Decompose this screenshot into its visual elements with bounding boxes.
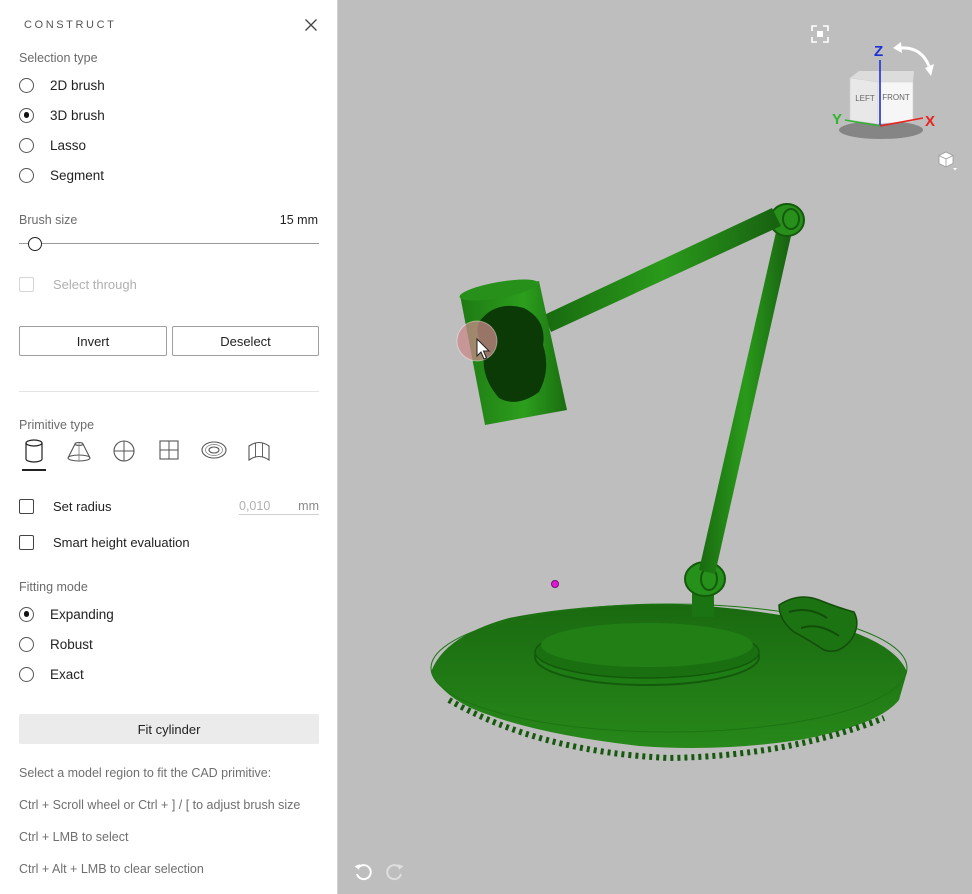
radio-robust[interactable]: Robust — [19, 634, 93, 654]
radius-input[interactable]: 0,010 mm — [239, 497, 319, 515]
smart-height-checkbox[interactable]: Smart height evaluation — [19, 532, 190, 552]
brush-size-label: Brush size — [19, 213, 78, 227]
radio-segment[interactable]: Segment — [19, 165, 104, 185]
checkbox — [19, 534, 34, 550]
brush-size-slider[interactable] — [19, 234, 319, 254]
redo-icon — [386, 864, 404, 881]
3d-viewport[interactable]: LEFT FRONT Z X Y — [339, 0, 972, 894]
primitive-sphere[interactable] — [109, 438, 139, 472]
radio-button — [19, 137, 34, 153]
help-text: Ctrl + Alt + LMB to clear selection — [19, 862, 204, 876]
radio-button-selected — [19, 107, 34, 123]
radio-button — [19, 636, 34, 652]
construct-panel: CONSTRUCT Selection type 2D brush 3D bru… — [0, 0, 338, 894]
radio-lasso[interactable]: Lasso — [19, 135, 86, 155]
primitive-torus[interactable] — [199, 438, 229, 472]
axis-z-label: Z — [874, 43, 883, 60]
radio-button — [19, 77, 34, 93]
fit-view-icon — [811, 25, 829, 43]
help-text: Ctrl + LMB to select — [19, 830, 129, 844]
radio-label: 3D brush — [50, 107, 105, 123]
checkbox — [19, 276, 34, 292]
primitive-type-label: Primitive type — [19, 418, 95, 432]
primitive-plane[interactable] — [154, 438, 184, 472]
close-button[interactable] — [302, 16, 320, 34]
primitive-surface[interactable] — [244, 438, 274, 472]
checkbox-label: Smart height evaluation — [53, 534, 190, 550]
checkbox — [19, 498, 34, 514]
view-cube-graphic: LEFT FRONT Z X Y — [832, 42, 935, 139]
set-radius-checkbox[interactable]: Set radius — [19, 496, 112, 516]
radius-value: 0,010 — [239, 498, 271, 513]
fitting-mode-label: Fitting mode — [19, 580, 88, 594]
undo-icon — [354, 864, 372, 881]
redo-button[interactable] — [383, 861, 405, 886]
select-through-checkbox[interactable]: Select through — [19, 274, 137, 294]
primitive-cylinder[interactable] — [19, 438, 49, 472]
radio-label: Robust — [50, 636, 93, 652]
plane-icon — [159, 440, 179, 460]
cube-face-left: LEFT — [855, 94, 875, 103]
radio-button — [19, 167, 34, 183]
primitive-type-selector — [19, 438, 319, 472]
radio-label: 2D brush — [50, 77, 105, 93]
primitive-cone[interactable] — [64, 438, 94, 472]
radio-label: Expanding — [50, 606, 114, 622]
axis-y-label: Y — [832, 111, 842, 128]
help-text: Ctrl + Scroll wheel or Ctrl + ] / [ to a… — [19, 798, 301, 812]
help-text: Select a model region to fit the CAD pri… — [19, 766, 272, 780]
radio-button-selected — [19, 606, 34, 622]
radio-3d-brush[interactable]: 3D brush — [19, 105, 105, 125]
surface-icon — [248, 441, 270, 462]
close-icon — [305, 19, 317, 31]
cylinder-icon — [25, 439, 43, 463]
fit-view-button[interactable] — [810, 24, 830, 47]
panel-title: CONSTRUCT — [24, 19, 117, 31]
checkbox-label: Select through — [53, 276, 137, 292]
axis-x-label: X — [925, 113, 935, 130]
radio-expanding[interactable]: Expanding — [19, 604, 114, 624]
cone-icon — [67, 441, 91, 462]
radio-exact[interactable]: Exact — [19, 664, 84, 684]
checkbox-label: Set radius — [53, 498, 112, 514]
small-cube-icon — [938, 151, 957, 171]
brush-size-value: 15 mm — [279, 213, 318, 227]
radio-2d-brush[interactable]: 2D brush — [19, 75, 105, 95]
divider — [19, 391, 319, 392]
slider-thumb[interactable] — [27, 237, 42, 251]
invert-button[interactable]: Invert — [19, 326, 167, 356]
slider-track — [19, 243, 319, 244]
radio-label: Segment — [50, 167, 105, 183]
radius-unit: mm — [298, 498, 319, 513]
selection-type-label: Selection type — [19, 51, 98, 65]
radio-label: Lasso — [50, 137, 87, 153]
projection-toggle[interactable] — [936, 150, 958, 175]
radio-button — [19, 666, 34, 682]
sphere-icon — [113, 440, 135, 462]
fit-cylinder-button[interactable]: Fit cylinder — [19, 714, 319, 744]
view-cube[interactable]: LEFT FRONT Z X Y — [829, 38, 959, 148]
radio-label: Exact — [50, 666, 84, 682]
torus-icon — [201, 441, 227, 459]
cube-face-front: FRONT — [882, 93, 910, 102]
deselect-button[interactable]: Deselect — [172, 326, 319, 356]
undo-button[interactable] — [353, 861, 375, 886]
